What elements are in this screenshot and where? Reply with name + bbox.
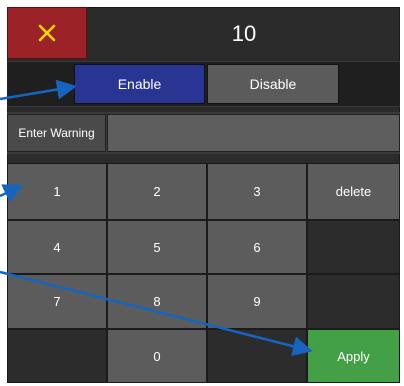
key-6[interactable]: 6 [207,220,307,274]
enable-button[interactable]: Enable [74,64,205,104]
empty-key [307,274,400,329]
key-3[interactable]: 3 [207,163,307,220]
empty-key [307,220,400,274]
empty-key [7,329,107,383]
key-0[interactable]: 0 [107,329,207,383]
key-1[interactable]: 1 [7,163,107,220]
close-button[interactable] [7,7,87,59]
key-2[interactable]: 2 [107,163,207,220]
apply-button[interactable]: Apply [307,329,400,383]
empty-key [207,329,307,383]
warning-input[interactable] [107,114,400,152]
key-5[interactable]: 5 [107,220,207,274]
delete-button[interactable]: delete [307,163,400,220]
key-4[interactable]: 4 [7,220,107,274]
close-icon [38,24,56,42]
key-8[interactable]: 8 [107,274,207,329]
key-9[interactable]: 9 [207,274,307,329]
key-7[interactable]: 7 [7,274,107,329]
value-display: 10 [231,21,257,46]
disable-button[interactable]: Disable [207,64,339,104]
warning-label: Enter Warning [7,114,106,152]
